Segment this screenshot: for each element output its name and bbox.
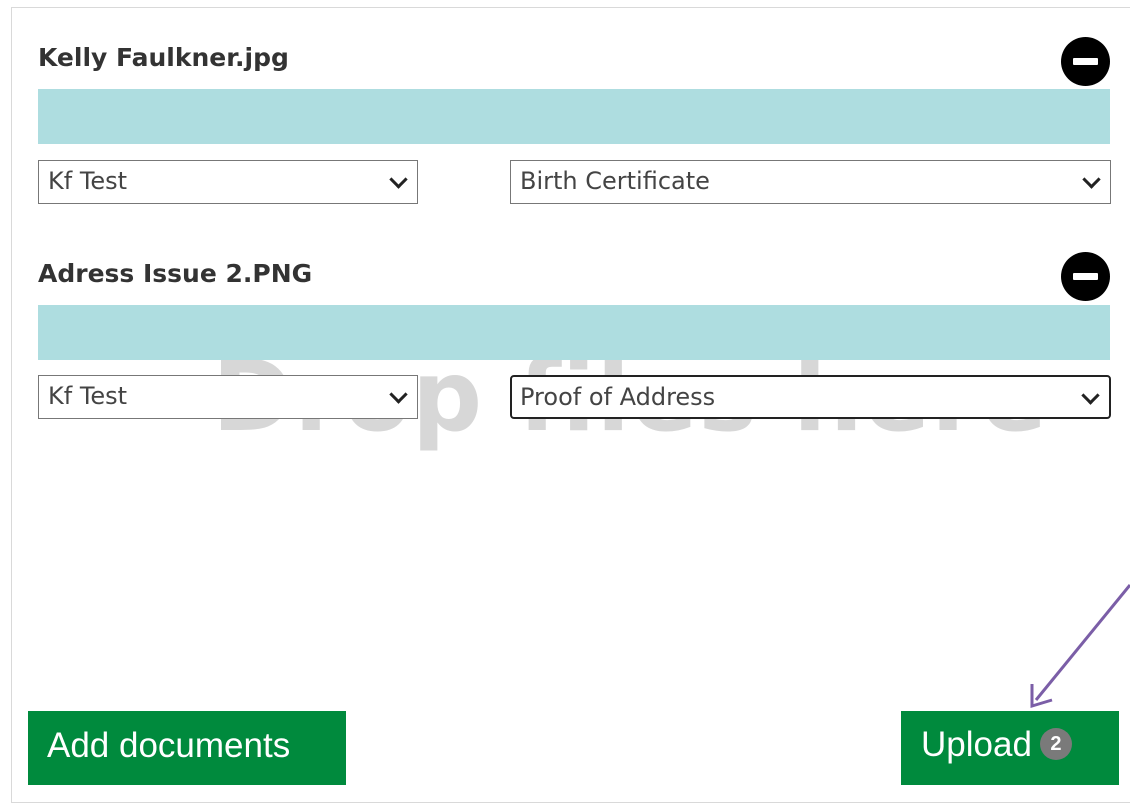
annotation-arrow [1030,584,1130,709]
annotation-arrow-line [1034,584,1130,701]
